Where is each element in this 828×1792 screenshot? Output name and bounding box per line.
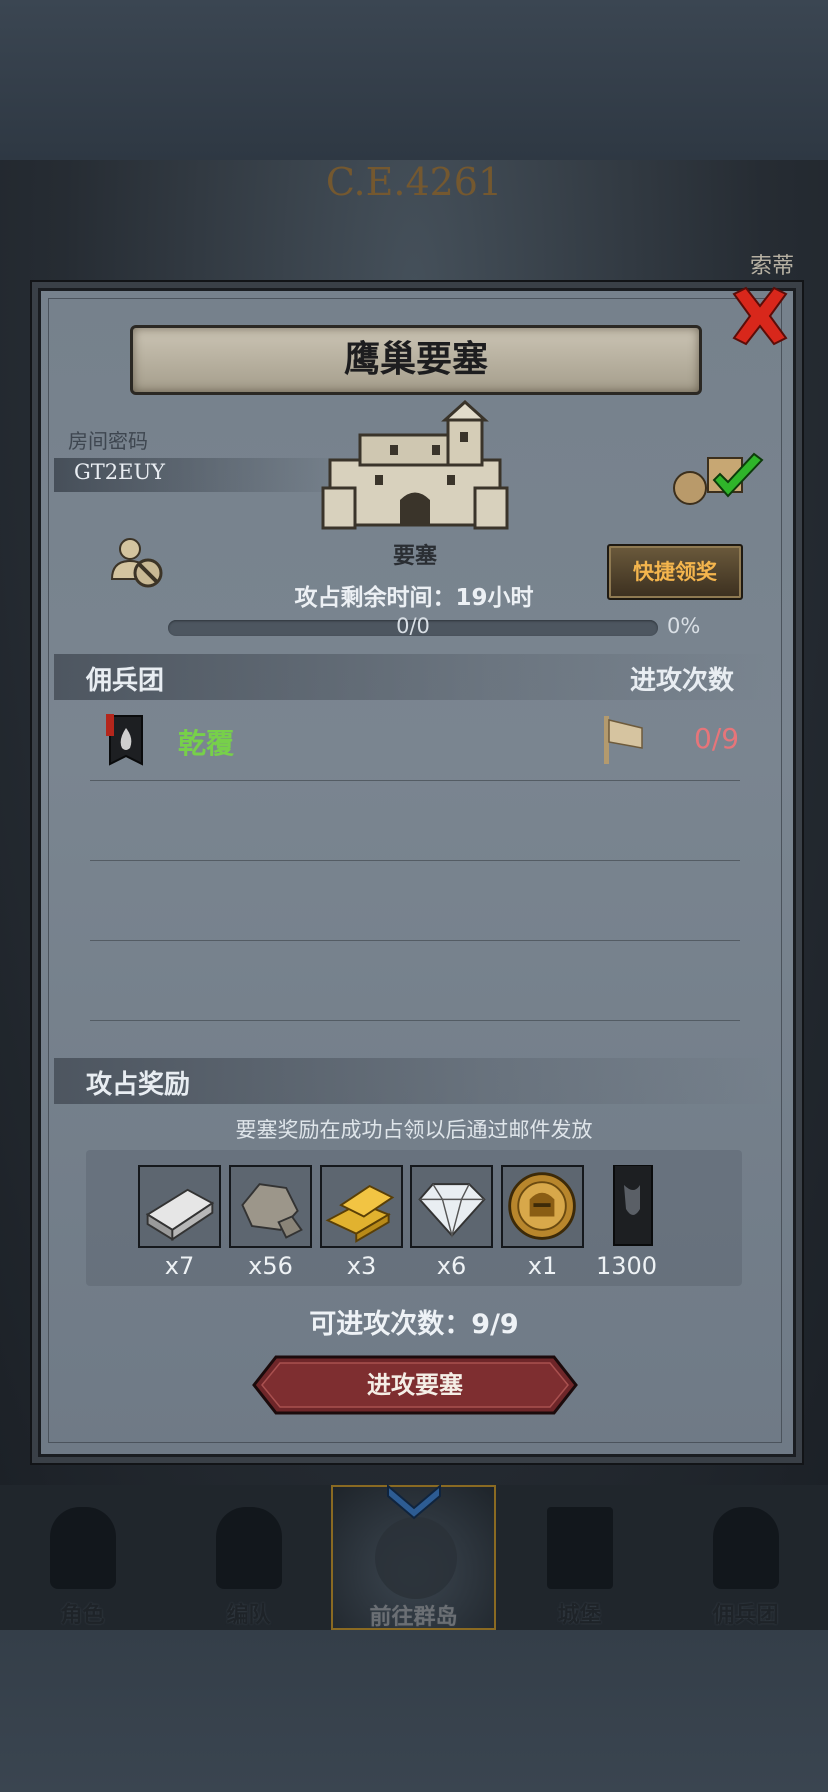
mercenary-attack-count: 0/9 bbox=[694, 722, 740, 755]
fortress-label: 要塞 bbox=[392, 544, 437, 569]
nav-item-character[interactable]: 角色 bbox=[0, 1485, 165, 1630]
stone-ore-icon[interactable] bbox=[229, 1165, 312, 1248]
year-label: C.E.4261 bbox=[325, 160, 503, 204]
helmet-icon bbox=[216, 1507, 282, 1589]
nav-item-formation[interactable]: 编队 bbox=[166, 1485, 331, 1630]
nav-item-mercenary[interactable]: 佣兵团 bbox=[663, 1485, 828, 1630]
compass-icon bbox=[375, 1517, 457, 1599]
row-divider bbox=[90, 860, 740, 861]
gold-bars-icon[interactable] bbox=[320, 1165, 403, 1248]
room-code-value: GT2EUY bbox=[74, 460, 166, 484]
fortress-icon bbox=[321, 400, 509, 530]
top-backdrop bbox=[0, 0, 828, 160]
reward-qty: x7 bbox=[164, 1252, 195, 1280]
row-divider bbox=[90, 780, 740, 781]
row-divider bbox=[90, 1020, 740, 1021]
knight-icon bbox=[50, 1507, 116, 1589]
attacks-available-text: 可进攻次数：9/9 bbox=[309, 1309, 519, 1340]
row-divider bbox=[90, 940, 740, 941]
diamond-icon[interactable] bbox=[410, 1165, 493, 1248]
close-icon[interactable] bbox=[728, 284, 792, 348]
dialog-title: 鹰巢要塞 bbox=[343, 339, 488, 380]
iron-ingot-icon[interactable] bbox=[138, 1165, 221, 1248]
nav-label: 佣兵团 bbox=[712, 1603, 779, 1628]
progress-count: 0/0 bbox=[396, 614, 430, 638]
nav-label: 角色 bbox=[60, 1603, 105, 1628]
room-code-label: 房间密码 bbox=[68, 429, 148, 453]
mercenary-banner-icon[interactable] bbox=[600, 1165, 660, 1248]
nav-label: 编队 bbox=[226, 1603, 271, 1628]
reward-qty: x3 bbox=[346, 1252, 377, 1280]
remaining-time-text: 攻占剩余时间：19小时 bbox=[294, 585, 534, 611]
attack-fortress-label: 进攻要塞 bbox=[367, 1371, 463, 1399]
castle-icon bbox=[547, 1507, 613, 1589]
mercenary-banner-icon bbox=[106, 714, 143, 766]
reward-section-title: 攻占奖励 bbox=[86, 1070, 191, 1100]
attack-count-header: 进攻次数 bbox=[630, 666, 735, 696]
mercenary-icon bbox=[713, 1507, 779, 1589]
reward-notice: 要塞奖励在成功占领以后通过邮件发放 bbox=[235, 1118, 593, 1142]
chevron-down-icon bbox=[387, 1483, 441, 1520]
flag-icon bbox=[604, 716, 643, 764]
reward-qty: x6 bbox=[436, 1252, 467, 1280]
nav-label: 城堡 bbox=[557, 1603, 602, 1628]
reward-qty: x1 bbox=[527, 1252, 558, 1280]
nav-item-castle[interactable]: 城堡 bbox=[497, 1485, 662, 1630]
nav-label: 前往群岛 bbox=[369, 1605, 458, 1630]
mercenary-section-title: 佣兵团 bbox=[86, 666, 165, 696]
auto-claim-icon[interactable] bbox=[670, 450, 766, 506]
mercenary-name[interactable]: 乾覆 bbox=[178, 722, 234, 762]
background-name-label: 索蒂 bbox=[750, 254, 795, 279]
knight-medal-icon[interactable] bbox=[501, 1165, 584, 1248]
reward-qty: x56 bbox=[248, 1252, 293, 1280]
progress-percent: 0% bbox=[667, 614, 701, 638]
reward-qty: 1300 bbox=[596, 1252, 658, 1280]
